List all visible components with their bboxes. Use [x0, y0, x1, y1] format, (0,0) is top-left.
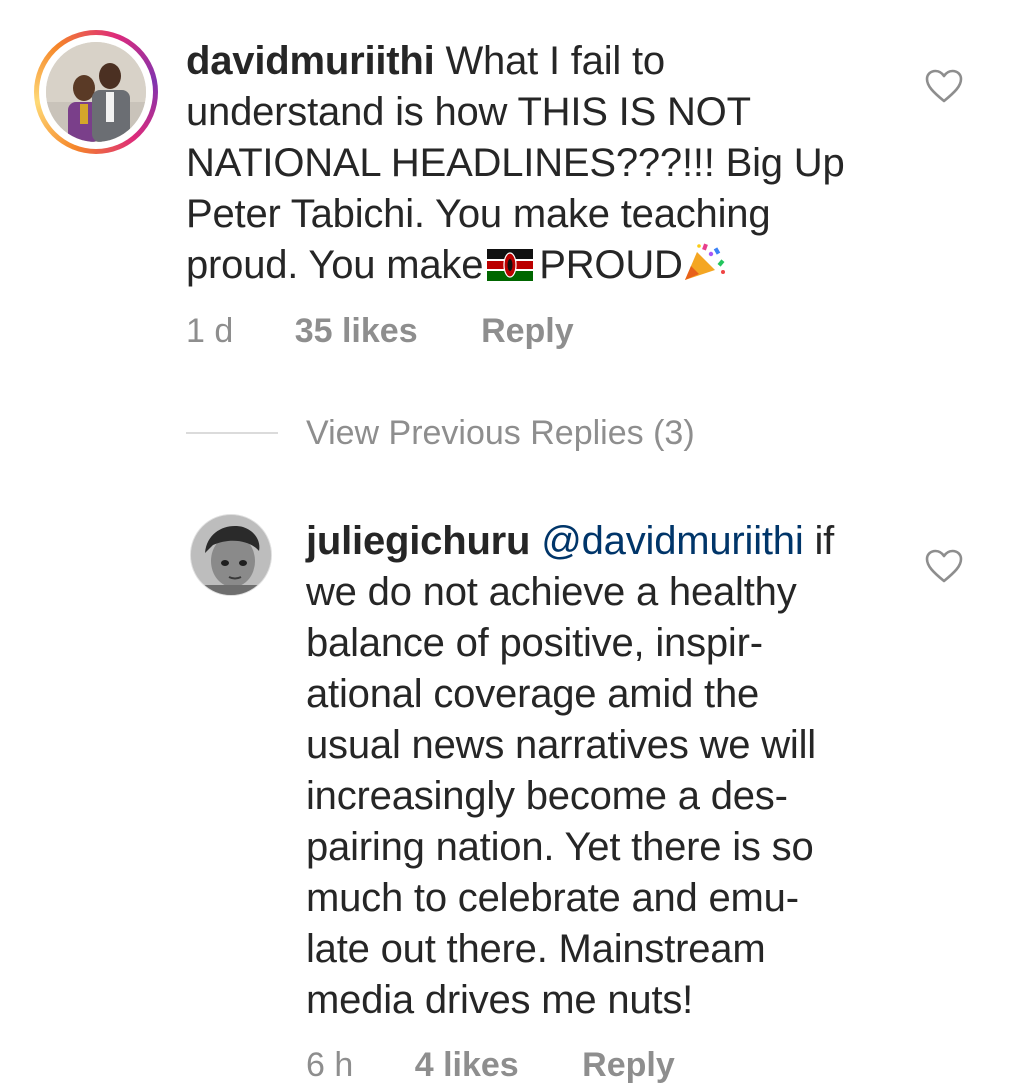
replies-divider [186, 432, 278, 434]
like-heart-icon[interactable] [924, 68, 964, 104]
comment-text-line: usual news narratives we will [306, 723, 816, 767]
comment-text-line: ational coverage amid the [306, 672, 760, 716]
comment-likes[interactable]: 35 likes [295, 312, 418, 351]
comment-text-line: Peter Tabichi. You make teaching [186, 192, 771, 236]
comment-text-line: media drives me nuts! [306, 978, 694, 1022]
comment-time: 6 h [306, 1046, 354, 1084]
comment-text-line: much to celebrate and emu- [306, 876, 799, 920]
comment-text-line: balance of positive, inspir- [306, 621, 763, 665]
comment-body: davidmuriithi What I fail to understand … [186, 36, 906, 291]
comment-username[interactable]: davidmuriithi [186, 39, 435, 83]
comment-text-line: late out there. Mainstream [306, 927, 766, 971]
reply-button[interactable]: Reply [582, 1046, 675, 1085]
comment-text-line: understand is how THIS IS NOT [186, 90, 751, 134]
reply-button[interactable]: Reply [481, 312, 574, 351]
avatar-davidmuriithi [46, 42, 146, 142]
comment-likes[interactable]: 4 likes [415, 1046, 519, 1085]
comment-text-line: if [814, 519, 835, 563]
comment-time: 1 d [186, 312, 234, 350]
party-popper-icon [684, 243, 725, 280]
comment-body: juliegichuru @davidmuriithi if we do not… [306, 516, 916, 1026]
kenya-flag-icon [487, 249, 534, 281]
mention-link[interactable]: @davidmuriithi [541, 519, 804, 563]
story-ring-avatar[interactable] [34, 30, 158, 154]
avatar-juliegichuru[interactable] [190, 514, 272, 596]
comment-text-line: What I fail to [445, 39, 665, 83]
comment-text-line: we do not achieve a healthy [306, 570, 797, 614]
comment-text-line: pairing nation. Yet there is so [306, 825, 814, 869]
like-heart-icon[interactable] [924, 548, 964, 584]
view-previous-replies-button[interactable]: View Previous Replies (3) [306, 414, 695, 453]
comment-text-line: increasingly become a des- [306, 774, 788, 818]
comment-text-line: PROUD [539, 243, 683, 287]
comment-text-line: NATIONAL HEADLINES???!!! Big Up [186, 141, 845, 185]
comment-meta: 6 h 4 likes Reply [306, 1046, 675, 1085]
comment-meta: 1 d 35 likes Reply [186, 312, 574, 351]
comment-text-line: proud. You make [186, 243, 484, 287]
comment-username[interactable]: juliegichuru [306, 519, 530, 563]
